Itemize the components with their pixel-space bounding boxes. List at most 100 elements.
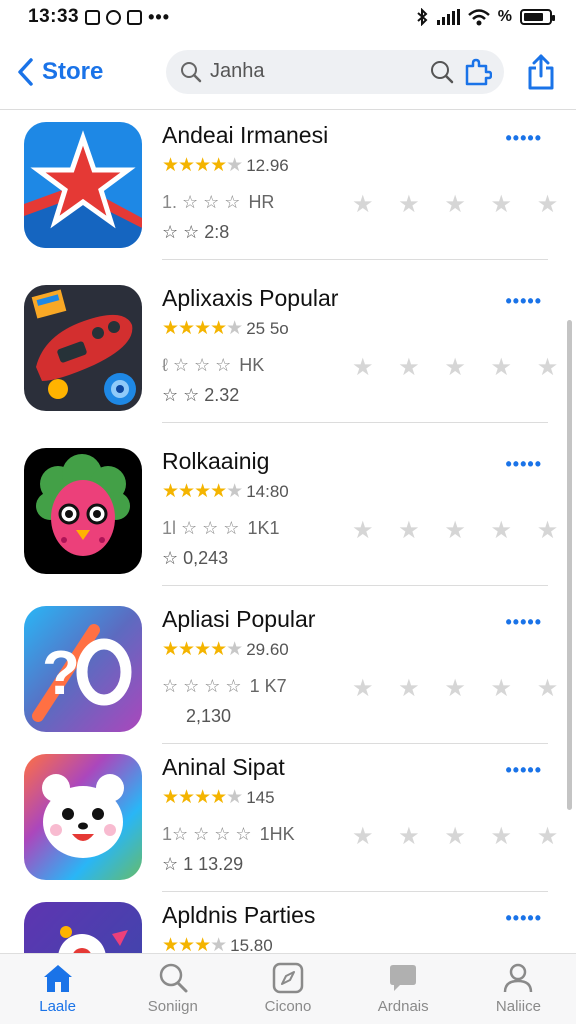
app-icon-partial[interactable]	[24, 902, 142, 953]
battery-icon	[520, 9, 555, 25]
app-icon-bear[interactable]	[24, 754, 142, 880]
tab-messages[interactable]: Ardnais	[346, 954, 461, 1024]
rating-line: ★★★★ 15.80	[162, 934, 273, 953]
more-button[interactable]: •••••	[505, 760, 542, 781]
rating-stars: ★★★★	[162, 935, 227, 953]
tab-profile[interactable]: Naliice	[461, 954, 576, 1024]
divider	[162, 585, 548, 586]
list-item[interactable]: Andeai Irmanesi ★★★★★ 12.96 1. ☆ ☆ ☆ HR …	[0, 110, 576, 260]
divider	[162, 259, 548, 260]
app-name: Aplixaxis Popular	[162, 285, 339, 311]
app-name: Apldnis Parties	[162, 902, 316, 928]
more-button[interactable]: •••••	[505, 612, 542, 633]
rating-stars: ★★★★★	[162, 639, 243, 660]
dnd-icon	[106, 9, 122, 25]
meta-line: ☆ ☆ ☆ ☆ 1 K7	[162, 676, 287, 697]
rating-value: 12.96	[246, 155, 289, 175]
more-button[interactable]: •••••	[505, 908, 542, 929]
ghost-rating-stars: ★ ★ ★ ★ ★ ☆	[352, 191, 576, 218]
meta-stars: 1. ☆ ☆ ☆	[162, 192, 241, 212]
tab-label: Soniign	[147, 998, 198, 1015]
list-item[interactable]: Rolkaainig ★★★★★ 14:80 1l ☆ ☆ ☆ 1K1 ☆ 0,…	[0, 436, 576, 586]
person-icon	[504, 963, 533, 993]
meta-count: ☆ 0,243	[162, 548, 229, 568]
status-right: %	[415, 8, 555, 26]
rating-stars: ★★★★★	[162, 318, 243, 339]
meta-size: 1HK	[259, 824, 295, 844]
app-icon-robot[interactable]	[24, 285, 142, 411]
meta-count: ☆ ☆ 2:8	[162, 222, 230, 242]
app-notification-icon	[127, 9, 143, 25]
ghost-rating-stars: ★ ★ ★ ★ ★ ☆	[352, 675, 576, 702]
bear-app-icon	[24, 754, 142, 880]
tab-label: Laale	[39, 998, 76, 1015]
tab-search[interactable]: Soniign	[115, 954, 230, 1024]
chevron-left-icon	[18, 57, 33, 86]
meta-stars: ☆ ☆ ☆ ☆	[162, 676, 242, 696]
app-icon-star[interactable]	[24, 122, 142, 248]
signal-icon	[436, 9, 460, 25]
meta-count: ☆ ☆ 2.32	[162, 385, 240, 405]
meta-line: ℓ ☆ ☆ ☆ HK	[162, 355, 264, 376]
search-input[interactable]: Janha	[166, 49, 504, 94]
wifi-icon	[467, 8, 490, 25]
share-icon[interactable]	[526, 54, 556, 90]
app-icon-letters[interactable]: ?	[24, 606, 142, 732]
app-name: Rolkaainig	[162, 448, 270, 474]
battery-percent: %	[497, 8, 512, 25]
rating-line: ★★★★★ 29.60	[162, 638, 289, 661]
list-item[interactable]: Apldnis Parties ★★★★ 15.80 •••••	[0, 890, 576, 953]
divider	[162, 422, 548, 423]
list-item[interactable]: Aplixaxis Popular ★★★★★ 25 5o ℓ ☆ ☆ ☆ HK…	[0, 273, 576, 423]
ghost-rating-stars: ★ ★ ★ ★ ★ ☆	[352, 517, 576, 544]
nav-bar: Store Janha	[0, 34, 576, 110]
list-item[interactable]: Aninal Sipat ★★★★★ 145 1☆ ☆ ☆ ☆ 1HK ☆ 1 …	[0, 742, 576, 892]
meta-stars: 1l ☆ ☆ ☆	[162, 518, 240, 538]
tab-explore[interactable]: Cicono	[230, 954, 345, 1024]
meta-line: 1. ☆ ☆ ☆ HR	[162, 192, 274, 213]
monster-app-icon	[24, 448, 142, 574]
search-submit-icon[interactable]	[430, 60, 454, 84]
list-item[interactable]: ? Apliasi Popular ★★★★★ 29.60 ☆ ☆ ☆ ☆ 1 …	[0, 594, 576, 744]
back-button[interactable]: Store	[16, 57, 166, 87]
more-button[interactable]: •••••	[505, 454, 542, 475]
svg-text:?: ?	[42, 639, 80, 708]
rating-value: 29.60	[246, 639, 289, 659]
compass-icon	[272, 962, 304, 994]
search-icon	[159, 963, 188, 993]
scrollbar[interactable]	[567, 320, 572, 810]
meta-size: HR	[248, 192, 275, 212]
rating-stars: ★★★★★	[162, 787, 243, 808]
rating-value: 15.80	[230, 935, 273, 954]
status-left: 13:33 •••	[28, 6, 170, 28]
rating-line: ★★★★★ 25 5o	[162, 317, 289, 340]
meta-count: ☆ 1 13.29	[162, 854, 244, 874]
tab-bar: Laale Soniign Cicono Ardnais Naliice	[0, 953, 576, 1024]
bluetooth-icon	[417, 8, 428, 26]
meta-count: 2,130	[186, 706, 232, 726]
more-button[interactable]: •••••	[505, 291, 542, 312]
rating-stars: ★★★★★	[162, 155, 243, 176]
more-button[interactable]: •••••	[505, 128, 542, 149]
ghost-rating-stars: ★ ★ ★ ★ ★ ☆	[352, 823, 576, 850]
search-icon	[181, 61, 202, 82]
ghost-rating-stars: ★ ★ ★ ★ ★ ☆	[352, 354, 576, 381]
rating-value: 14:80	[246, 481, 289, 501]
meta-line: 1l ☆ ☆ ☆ 1K1	[162, 518, 279, 539]
app-icon-monster[interactable]	[24, 448, 142, 574]
tab-home[interactable]: Laale	[0, 954, 115, 1024]
robot-app-icon	[24, 285, 142, 411]
app-name: Apliasi Popular	[162, 606, 316, 632]
more-notifications-icon: •••	[148, 6, 171, 27]
party-app-icon	[24, 902, 142, 953]
star-app-icon	[24, 122, 142, 248]
app-name: Andeai Irmanesi	[162, 122, 329, 148]
rating-value: 25 5o	[246, 318, 289, 338]
rating-line: ★★★★★ 12.96	[162, 154, 289, 177]
meta-size: 1 K7	[249, 676, 287, 696]
puzzle-icon[interactable]	[462, 58, 492, 86]
search-value: Janha	[210, 60, 265, 82]
status-bar: 13:33 ••• %	[0, 0, 576, 34]
meta-stars: 1☆ ☆ ☆ ☆	[162, 824, 252, 844]
chat-icon	[390, 965, 417, 991]
